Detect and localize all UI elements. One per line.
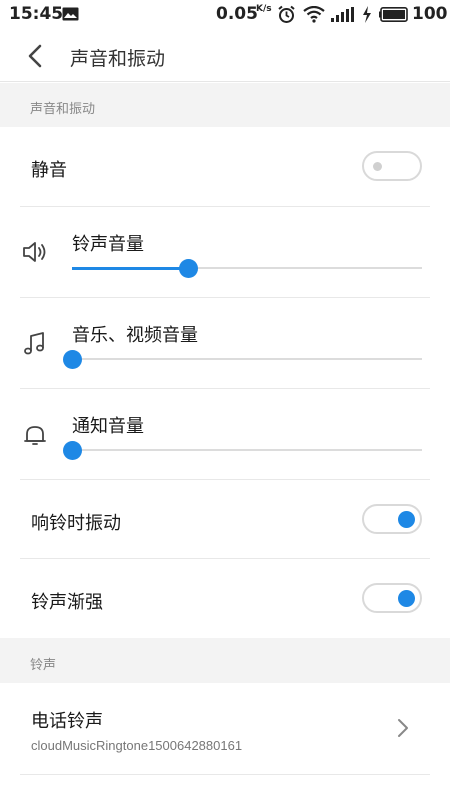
page-title: 声音和振动 (70, 48, 166, 70)
slider-thumb[interactable] (178, 259, 198, 278)
phone-ringtone-value: cloudMusicRingtone1500642880161 (31, 738, 243, 753)
charging-icon (363, 6, 371, 23)
toggle-knob (398, 511, 415, 528)
vibrate-on-ring-label: 响铃时振动 (31, 513, 121, 534)
section-header-ringtone: 铃声 (0, 638, 450, 683)
signal-icon (331, 7, 354, 22)
vibrate-on-ring-toggle[interactable] (362, 504, 422, 534)
slider-thumb[interactable] (63, 350, 82, 369)
speaker-icon (23, 242, 46, 262)
net-speed-unit: K/s (256, 4, 272, 14)
chevron-right-icon[interactable] (396, 717, 410, 739)
notification-volume-row: 通知音量 (0, 389, 450, 480)
ring-crescendo-toggle[interactable] (362, 583, 422, 613)
media-volume-slider[interactable] (63, 349, 422, 369)
toggle-knob (398, 590, 415, 607)
divider (20, 774, 430, 775)
battery-icon (379, 7, 408, 22)
mute-label: 静音 (31, 160, 67, 181)
mute-row[interactable]: 静音 (0, 127, 450, 207)
ring-volume-label: 铃声音量 (72, 234, 144, 255)
phone-ringtone-label: 电话铃声 (31, 711, 103, 732)
back-arrow-icon[interactable] (22, 42, 50, 70)
section-title: 声音和振动 (30, 102, 96, 117)
slider-track (72, 449, 422, 451)
slider-fill (72, 267, 188, 270)
slider-track (72, 358, 422, 360)
ring-crescendo-label: 铃声渐强 (31, 592, 103, 613)
phone-ringtone-row[interactable]: 电话铃声 cloudMusicRingtone1500642880161 (0, 683, 450, 775)
gallery-notification-icon (62, 7, 79, 21)
app-header: 声音和振动 (0, 30, 450, 82)
net-speed: 0.05 (216, 4, 258, 24)
alarm-icon (278, 5, 295, 23)
ring-volume-row: 铃声音量 (0, 207, 450, 298)
wifi-icon (303, 6, 325, 23)
toggle-knob (373, 162, 382, 171)
slider-thumb[interactable] (63, 441, 82, 460)
battery-level: 100 (412, 4, 448, 24)
status-time: 15:45 (9, 4, 64, 24)
section-header-sound: 声音和振动 (0, 83, 450, 127)
notification-volume-slider[interactable] (63, 440, 422, 460)
bell-icon (24, 426, 46, 445)
ring-crescendo-row[interactable]: 铃声渐强 (0, 559, 450, 638)
media-volume-row: 音乐、视频音量 (0, 298, 450, 389)
section-title: 铃声 (30, 658, 57, 673)
vibrate-on-ring-row[interactable]: 响铃时振动 (0, 480, 450, 559)
notification-volume-label: 通知音量 (72, 416, 144, 437)
status-bar: 15:45 0.05 K/s 100 (0, 0, 450, 30)
mute-toggle[interactable] (362, 151, 422, 181)
media-volume-label: 音乐、视频音量 (72, 325, 198, 346)
ring-volume-slider[interactable] (72, 258, 422, 278)
music-note-icon (24, 332, 44, 355)
